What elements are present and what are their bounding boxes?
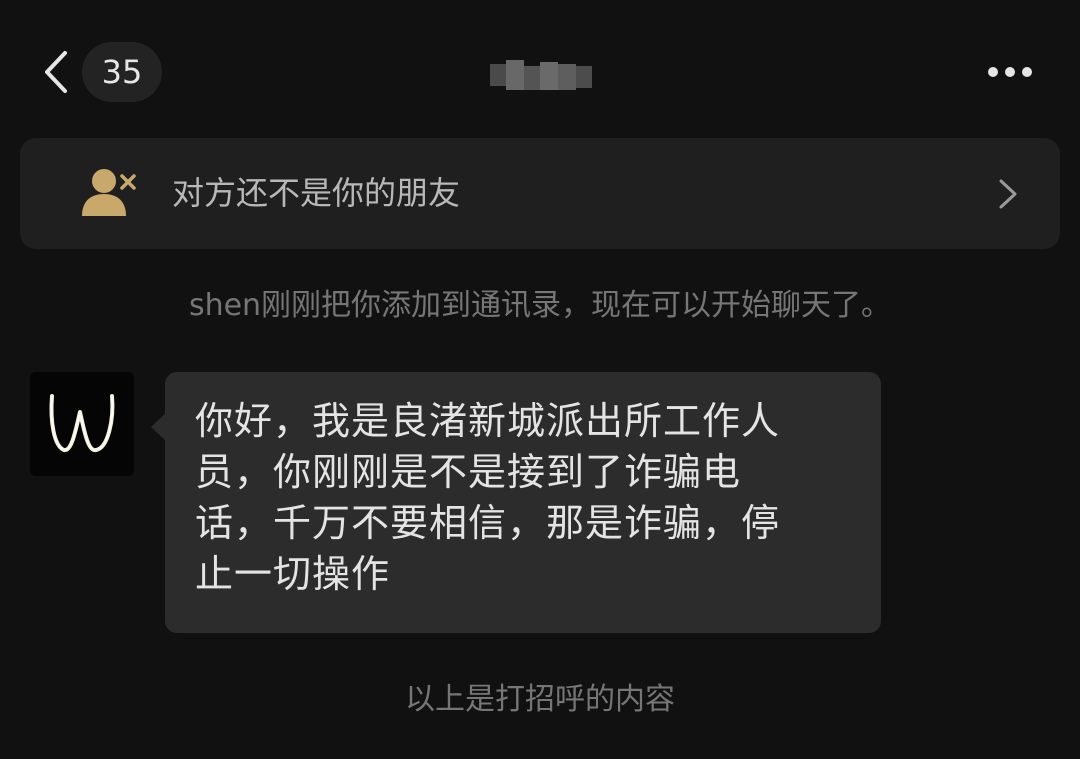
- more-options-button[interactable]: [978, 52, 1042, 92]
- message-line: 止一切操作: [195, 552, 391, 596]
- not-friend-text: 对方还不是你的朋友: [172, 174, 461, 212]
- unread-count: 35: [101, 53, 143, 91]
- contact-name-redacted: [490, 58, 594, 92]
- message-line: 你好，我是良渚新城派出所工作人: [195, 399, 781, 443]
- chevron-left-icon: [45, 51, 67, 93]
- not-friend-banner[interactable]: 对方还不是你的朋友: [20, 138, 1060, 249]
- ellipsis-dot: [1022, 67, 1032, 77]
- ellipsis-icon: [988, 67, 998, 77]
- chevron-right-icon: [999, 179, 1017, 209]
- system-note-greeting: 以上是打招呼的内容: [405, 682, 675, 717]
- letter-w-avatar-icon: [49, 394, 115, 452]
- message-line: 员，你刚刚是不是接到了诈骗电: [195, 450, 742, 494]
- ellipsis-dot: [1005, 67, 1015, 77]
- message-line: 话，千万不要相信，那是诈骗，停: [195, 501, 781, 545]
- avatar[interactable]: [30, 372, 134, 476]
- user-x-icon: [82, 169, 136, 216]
- system-note-added: shen刚刚把你添加到通讯录，现在可以开始聊天了。: [188, 288, 892, 323]
- back-button[interactable]: [36, 48, 76, 96]
- chat-header: 35: [0, 0, 1080, 140]
- bubble-tail: [151, 413, 166, 441]
- unread-count-badge[interactable]: 35: [82, 42, 162, 102]
- message-bubble[interactable]: 你好，我是良渚新城派出所工作人 员，你刚刚是不是接到了诈骗电 话，千万不要相信，…: [165, 372, 881, 633]
